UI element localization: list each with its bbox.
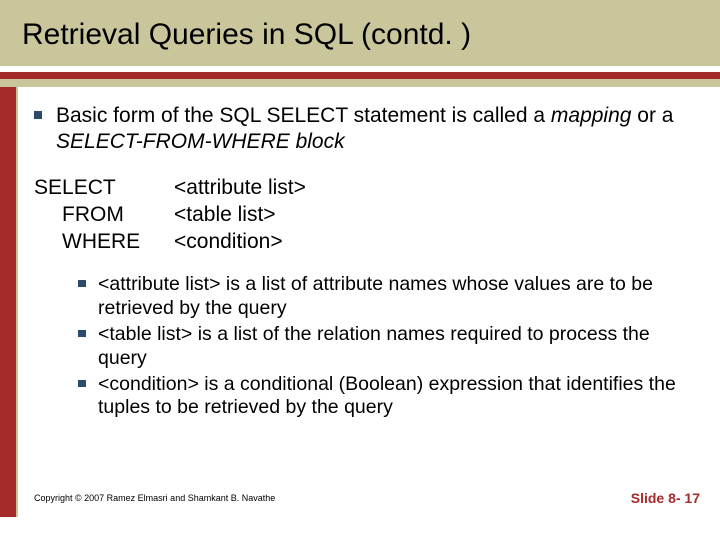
sub-bullet-2: <table list> is a list of the relation n…: [78, 323, 696, 371]
sub-text-2: <table list> is a list of the relation n…: [98, 323, 696, 371]
bullet-icon: [78, 280, 86, 287]
slide-number: Slide 8- 17: [631, 490, 700, 506]
copyright: Copyright © 2007 Ramez Elmasri and Shamk…: [34, 493, 275, 503]
footer: Copyright © 2007 Ramez Elmasri and Shamk…: [0, 487, 720, 517]
bullet-icon: [78, 380, 86, 387]
ph-from: <table list>: [174, 201, 276, 228]
sub-text-1: <attribute list> is a list of attribute …: [98, 273, 696, 321]
slide: Retrieval Queries in SQL (contd. ) Basic…: [0, 0, 720, 540]
accent-spacer: [0, 79, 720, 87]
sub-bullet-3: <condition> is a conditional (Boolean) e…: [78, 373, 696, 421]
syntax-row-select: SELECT <attribute list>: [34, 174, 696, 201]
ph-where: <condition>: [174, 228, 283, 255]
syntax-row-from: FROM <table list>: [34, 201, 696, 228]
bullet-icon: [34, 111, 42, 119]
main-bullet: Basic form of the SQL SELECT statement i…: [34, 103, 696, 156]
main-bullet-text: Basic form of the SQL SELECT statement i…: [56, 103, 696, 156]
ph-select: <attribute list>: [174, 174, 306, 201]
kw-from: FROM: [34, 201, 174, 228]
sub-list: <attribute list> is a list of attribute …: [34, 273, 696, 420]
bullet-icon: [78, 330, 86, 337]
kw-where: WHERE: [34, 228, 174, 255]
body-area: Basic form of the SQL SELECT statement i…: [0, 87, 720, 517]
title-bar: Retrieval Queries in SQL (contd. ): [0, 0, 720, 66]
content: Basic form of the SQL SELECT statement i…: [0, 87, 720, 497]
kw-select: SELECT: [34, 174, 174, 201]
syntax-block: SELECT <attribute list> FROM <table list…: [34, 174, 696, 256]
syntax-row-where: WHERE <condition>: [34, 228, 696, 255]
slide-title: Retrieval Queries in SQL (contd. ): [22, 18, 698, 52]
sub-text-3: <condition> is a conditional (Boolean) e…: [98, 373, 696, 421]
sub-bullet-1: <attribute list> is a list of attribute …: [78, 273, 696, 321]
accent-bar: [0, 72, 720, 79]
